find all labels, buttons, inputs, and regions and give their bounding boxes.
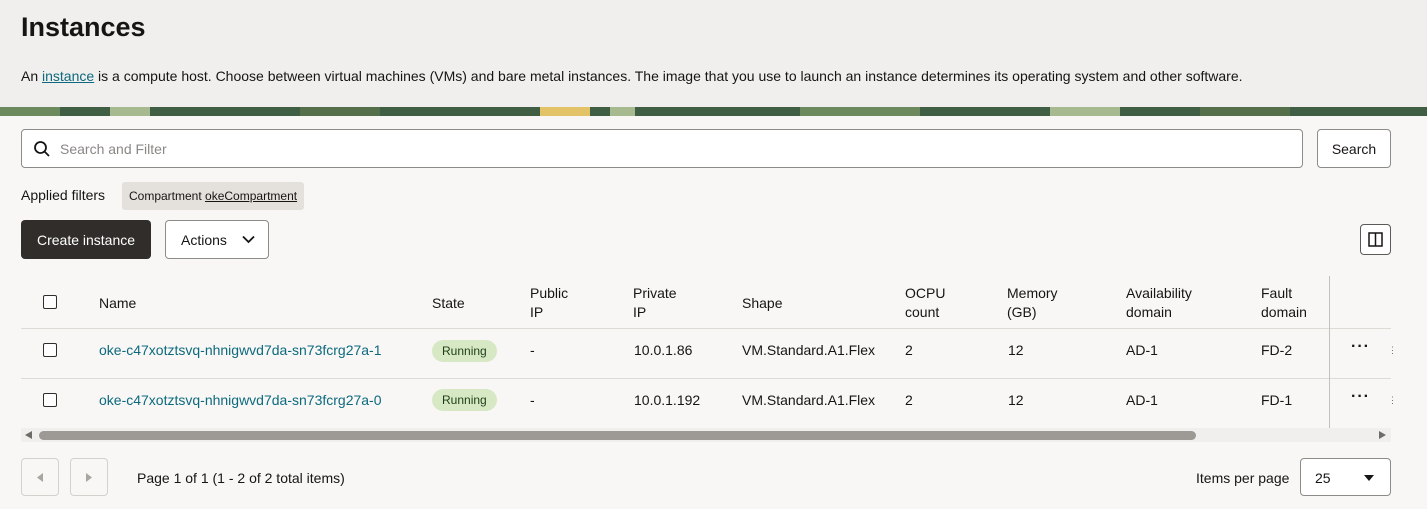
search-icon [34,141,50,157]
page-header: Instances An instance is a compute host.… [0,0,1427,108]
row-checkbox[interactable] [43,343,57,357]
compartment-filter-chip[interactable]: Compartment okeCompartment [122,182,305,210]
row-divider [21,378,1391,379]
status-badge: Running [432,340,497,362]
applied-filters-label: Applied filters [21,187,106,203]
ocpu-cell: 2 [905,392,913,408]
status-badge: Running [432,389,497,411]
page-description: An instance is a compute host. Choose be… [21,68,1243,84]
chip-value[interactable]: okeCompartment [205,189,297,203]
previous-page-button[interactable] [21,458,59,496]
columns-icon [1368,232,1383,247]
search-button[interactable]: Search [1317,129,1391,168]
actions-label: Actions [181,231,227,248]
next-page-button[interactable] [70,458,108,496]
ocpu-cell: 2 [905,342,913,358]
instance-name-link[interactable]: oke-c47xotztsvq-nhnigwvd7da-sn73fcrg27a-… [99,392,382,408]
col-header-state[interactable]: State [432,294,465,313]
row-checkbox[interactable] [43,393,57,407]
row-actions-kebab-icon[interactable]: ··· [1351,338,1370,356]
create-instance-button[interactable]: Create instance [21,220,151,259]
col-header-memory[interactable]: Memory (GB) [1007,284,1058,322]
public-ip-cell: - [530,392,535,408]
chevron-down-icon [242,235,255,244]
public-ip-cell: - [530,342,535,358]
desc-prefix: An [21,68,43,84]
col-header-name[interactable]: Name [99,294,136,313]
items-per-page-value: 25 [1315,470,1331,486]
overflow-indicator-icon: ⋮ [1388,395,1397,405]
pagination-info: Page 1 of 1 (1 - 2 of 2 total items) [137,470,345,486]
fault-domain-cell: FD-2 [1261,342,1293,358]
caret-down-icon [1364,475,1374,481]
col-header-fault-domain[interactable]: Fault domain [1261,284,1307,322]
select-all-checkbox[interactable] [43,295,57,309]
search-input[interactable] [60,131,1290,166]
chip-key: Compartment [129,189,202,203]
items-per-page-label: Items per page [1196,470,1290,486]
fault-domain-cell: FD-1 [1261,392,1293,408]
private-ip-cell: 10.0.1.86 [634,342,693,358]
memory-cell: 12 [1008,392,1024,408]
chevron-right-icon [86,473,92,482]
col-header-availability-domain[interactable]: Availability domain [1126,284,1192,322]
col-header-shape[interactable]: Shape [742,294,782,313]
items-per-page-select[interactable]: 25 [1300,458,1391,496]
chevron-left-icon [37,473,43,482]
instance-link[interactable]: instance [42,68,94,84]
header-divider [21,328,1391,329]
overflow-indicator-icon: ⋮ [1388,345,1397,355]
scrollbar-thumb[interactable] [39,431,1196,440]
page-title: Instances [21,12,146,42]
memory-cell: 12 [1008,342,1024,358]
private-ip-cell: 10.0.1.192 [634,392,701,408]
col-header-private-ip[interactable]: Private IP [633,284,677,322]
col-header-ocpu[interactable]: OCPU count [905,284,945,322]
scroll-right-arrow-icon[interactable] [1379,431,1386,439]
scroll-left-arrow-icon[interactable] [25,431,32,439]
shape-cell: VM.Standard.A1.Flex [742,342,876,358]
desc-suffix: is a compute host. Choose between virtua… [94,68,1243,84]
col-header-public-ip[interactable]: Public IP [530,284,568,322]
search-box[interactable] [21,129,1303,168]
row-actions-kebab-icon[interactable]: ··· [1351,388,1370,406]
instance-name-link[interactable]: oke-c47xotztsvq-nhnigwvd7da-sn73fcrg27a-… [99,342,382,358]
actions-menu-button[interactable]: Actions [165,220,269,259]
decorative-banner [0,107,1427,116]
sticky-column-divider [1329,276,1330,428]
availability-domain-cell: AD-1 [1126,342,1158,358]
content-area [0,116,1427,509]
availability-domain-cell: AD-1 [1126,392,1158,408]
shape-cell: VM.Standard.A1.Flex [742,392,876,408]
column-settings-button[interactable] [1360,224,1391,255]
